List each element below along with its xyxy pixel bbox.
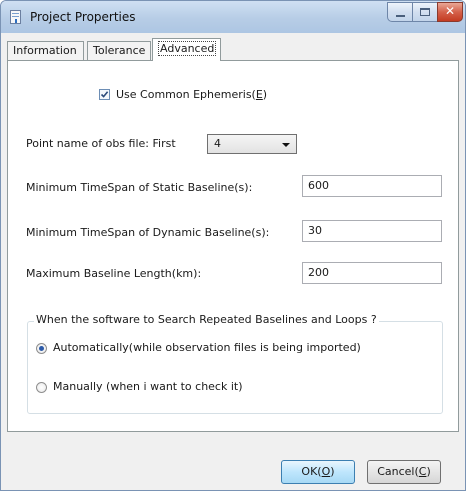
ephemeris-mnemonic: E	[255, 88, 263, 101]
use-common-ephemeris-checkbox[interactable]	[99, 89, 110, 100]
tab-tolerance[interactable]: Tolerance	[87, 41, 151, 60]
advanced-tab-panel: Use Common Ephemeris(E) Point name of ob…	[7, 60, 459, 432]
cancel-label-end: )	[426, 465, 431, 478]
manually-radio-label[interactable]: Manually (when i want to check it)	[53, 380, 243, 393]
manually-radio[interactable]	[36, 382, 47, 393]
cancel-button[interactable]: Cancel(C)	[367, 460, 441, 484]
chevron-down-icon	[282, 143, 290, 147]
ok-mnemonic: O	[321, 465, 331, 478]
window-title: Project Properties	[30, 10, 136, 24]
point-name-combobox[interactable]: 4	[207, 134, 297, 154]
minimize-button[interactable]	[387, 2, 413, 22]
checkmark-icon	[100, 91, 109, 98]
static-timespan-label: Minimum TimeSpan of Static Baseline(s):	[26, 181, 253, 194]
ephemeris-label-text: Use Common Ephemeris(	[116, 88, 256, 101]
point-name-selected-value: 4	[214, 137, 221, 150]
tab-advanced-label: Advanced	[158, 41, 217, 56]
static-timespan-input[interactable]: 600	[302, 175, 442, 197]
dialog-footer: OK(O) Cancel(C)	[1, 432, 465, 490]
project-properties-window: Project Properties ✕ Information Toleran…	[0, 0, 466, 491]
max-baseline-length-label: Maximum Baseline Length(km):	[26, 267, 202, 280]
dynamic-timespan-label: Minimum TimeSpan of Dynamic Baseline(s):	[26, 226, 270, 239]
close-icon: ✕	[444, 4, 456, 18]
close-button[interactable]: ✕	[437, 2, 463, 22]
ok-button[interactable]: OK(O)	[281, 460, 355, 484]
ok-label: OK(	[301, 465, 322, 478]
search-repeated-groupbox	[27, 321, 443, 414]
maximize-button[interactable]	[412, 2, 438, 22]
tab-information[interactable]: Information	[7, 41, 84, 60]
point-name-label: Point name of obs file: First	[26, 137, 176, 150]
ephemeris-label-end: )	[262, 88, 268, 101]
cancel-label: Cancel(	[377, 465, 419, 478]
automatically-radio[interactable]	[36, 343, 47, 354]
title-bar[interactable]: Project Properties ✕	[1, 1, 465, 33]
search-repeated-group-caption: When the software to Search Repeated Bas…	[34, 313, 379, 326]
ok-label-end: )	[330, 465, 335, 478]
tab-advanced[interactable]: Advanced	[152, 38, 221, 61]
document-properties-icon	[10, 10, 21, 24]
use-common-ephemeris-label[interactable]: Use Common Ephemeris(E)	[116, 88, 267, 101]
dynamic-timespan-input[interactable]: 30	[302, 220, 442, 242]
max-baseline-length-input[interactable]: 200	[302, 262, 442, 284]
automatically-radio-label[interactable]: Automatically(while observation files is…	[53, 341, 361, 354]
